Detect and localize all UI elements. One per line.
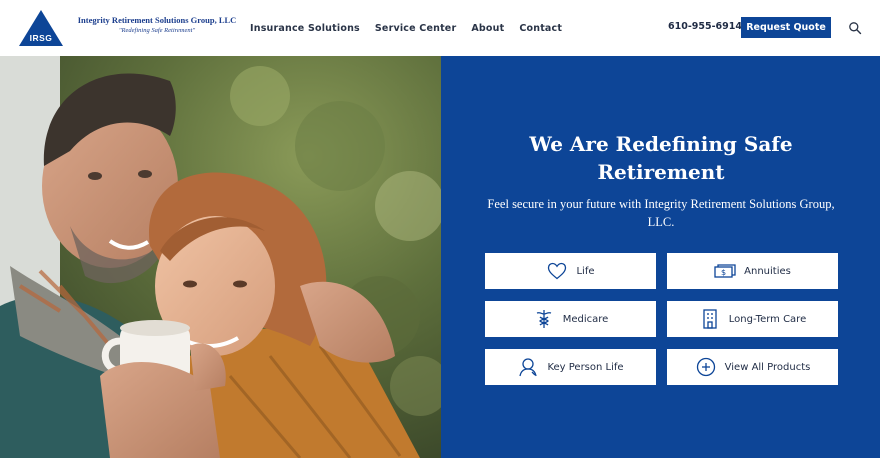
person-icon: [517, 356, 539, 378]
product-annuities-label: Annuities: [744, 265, 791, 277]
plus-circle-icon: [695, 356, 717, 378]
nav-insurance-solutions[interactable]: Insurance Solutions: [250, 23, 360, 34]
product-view-all-button[interactable]: View All Products: [667, 349, 838, 385]
nav-about[interactable]: About: [471, 23, 504, 34]
svg-text:$: $: [721, 268, 726, 277]
hero-image: [0, 56, 441, 458]
product-view-all-label: View All Products: [724, 361, 811, 373]
nav-contact[interactable]: Contact: [519, 23, 562, 34]
search-icon[interactable]: [848, 21, 862, 35]
product-life-label: Life: [576, 265, 595, 277]
nav-service-center[interactable]: Service Center: [375, 23, 456, 34]
product-key-person-life-button[interactable]: Key Person Life: [485, 349, 656, 385]
product-long-term-care-button[interactable]: Long-Term Care: [667, 301, 838, 337]
hero-title: We Are Redefining Safe Retirement: [529, 132, 793, 184]
hero-panel: We Are Redefining Safe Retirement Feel s…: [441, 56, 880, 458]
heart-icon: [546, 260, 568, 282]
logo-mark-text: IRSG: [30, 33, 53, 43]
product-medicare-label: Medicare: [562, 313, 609, 325]
hero-photo-illustration: [0, 56, 441, 458]
caduceus-icon: [533, 308, 555, 330]
main-nav: Insurance Solutions Service Center About…: [250, 0, 562, 56]
request-quote-button[interactable]: Request Quote: [741, 17, 831, 38]
logo-triangle-icon: IRSG: [19, 10, 63, 46]
money-icon: $: [714, 260, 736, 282]
logo-name: Integrity Retirement Solutions Group, LL…: [77, 15, 237, 25]
phone-number[interactable]: 610-955-6914: [668, 21, 742, 32]
product-key-person-life-label: Key Person Life: [547, 361, 624, 373]
product-long-term-care-label: Long-Term Care: [728, 313, 807, 325]
building-icon: [699, 308, 721, 330]
product-annuities-button[interactable]: $ Annuities: [667, 253, 838, 289]
logo-wordmark: Integrity Retirement Solutions Group, LL…: [77, 15, 237, 34]
product-medicare-button[interactable]: Medicare: [485, 301, 656, 337]
logo-tagline: "Redefining Safe Retirement": [118, 27, 196, 34]
site-header: IRSG Integrity Retirement Solutions Grou…: [0, 0, 880, 56]
hero-subtitle: Feel secure in your future with Integrit…: [487, 197, 835, 229]
product-life-button[interactable]: Life: [485, 253, 656, 289]
